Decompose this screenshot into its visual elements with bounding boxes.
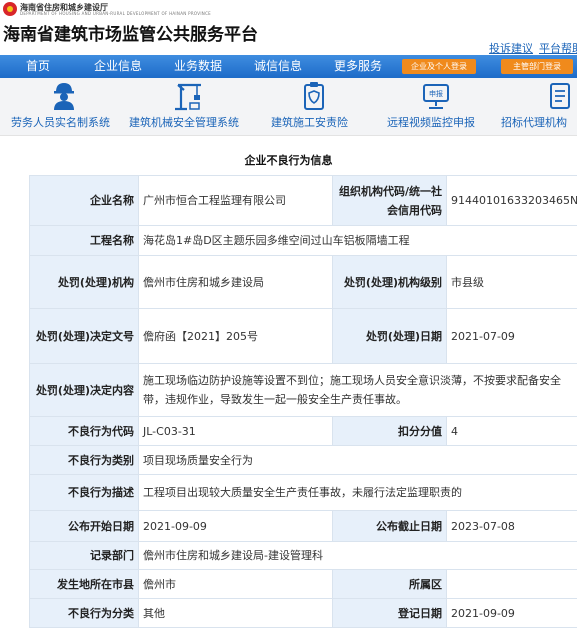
section-title: 企业不良行为信息 (0, 152, 577, 168)
project-name: 海花岛1#岛D区主题乐园多维空间过山车铝板隔墙工程 (139, 226, 577, 256)
field-label: 不良行为分类 (30, 599, 139, 628)
table-row: 处罚(处理)机构 儋州市住房和城乡建设局 处罚(处理)机构级别 市县级 (30, 256, 577, 309)
quick-link-label: 招标代理机构 (501, 114, 567, 130)
site-header: 海南省住房和城乡建设厅 DEPARTMENT OF HOUSING AND UR… (0, 0, 577, 54)
table-row: 企业名称 广州市恒合工程监理有限公司 组织机构代码/统一社会信用代码 91440… (30, 176, 577, 226)
field-label: 不良行为类别 (30, 446, 139, 475)
field-label: 处罚(处理)机构 (30, 256, 139, 309)
help-link[interactable]: 平台帮助 (539, 42, 577, 55)
agency-level: 市县级 (447, 256, 577, 309)
field-label: 发生地所在市县 (30, 570, 139, 599)
field-label: 处罚(处理)日期 (333, 309, 447, 364)
table-row: 不良行为描述 工程项目出现较大质量安全生产责任事故，未履行法定监理职责的 (30, 475, 577, 511)
record-department: 儋州市住房和城乡建设局-建设管理科 (139, 542, 577, 570)
field-label: 组织机构代码/统一社会信用代码 (333, 176, 447, 226)
field-label: 记录部门 (30, 542, 139, 570)
behavior-category: 项目现场质量安全行为 (139, 446, 577, 475)
quick-link-label: 建筑机械安全管理系统 (129, 114, 239, 130)
publish-end-date: 2023-07-08 (447, 511, 577, 542)
insurance-icon (301, 81, 327, 111)
field-label: 处罚(处理)决定文号 (30, 309, 139, 364)
authority-login-button[interactable]: 主管部门登录 (501, 59, 573, 74)
quick-link-bidding-agency[interactable]: 招标代理机构 (500, 78, 577, 135)
table-row: 处罚(处理)决定内容 施工现场临边防护设施等设置不到位；施工现场人员安全意识淡薄… (30, 364, 577, 417)
complaint-link[interactable]: 投诉建议 (489, 42, 533, 55)
field-label: 公布截止日期 (333, 511, 447, 542)
behavior-code: JL-C03-31 (139, 417, 333, 446)
table-row: 记录部门 儋州市住房和城乡建设局-建设管理科 (30, 542, 577, 570)
quick-link-label: 建筑施工安责险 (271, 114, 348, 130)
field-label: 所属区 (333, 570, 447, 599)
nav-business-data[interactable]: 业务数据 (174, 55, 222, 78)
enterprise-login-button[interactable]: 企业及个人登录 (402, 59, 476, 74)
decision-content: 施工现场临边防护设施等设置不到位；施工现场人员安全意识淡薄，不按要求配备安全带，… (139, 364, 577, 417)
quick-link-label: 劳务人员实名制系统 (11, 114, 110, 130)
field-label: 处罚(处理)机构级别 (333, 256, 447, 309)
field-label: 处罚(处理)决定内容 (30, 364, 139, 417)
table-row: 工程名称 海花岛1#岛D区主题乐园多维空间过山车铝板隔墙工程 (30, 226, 577, 256)
nav-more-services[interactable]: 更多服务 (334, 55, 382, 78)
district (447, 570, 577, 599)
field-label: 企业名称 (30, 176, 139, 226)
table-row: 不良行为分类 其他 登记日期 2021-09-09 (30, 599, 577, 628)
registration-date: 2021-09-09 (447, 599, 577, 628)
decision-number: 儋府函【2021】205号 (139, 309, 333, 364)
field-label: 不良行为描述 (30, 475, 139, 511)
site-title: 海南省建筑市场监管公共服务平台 (3, 20, 258, 45)
document-icon (547, 81, 573, 111)
field-label: 登记日期 (333, 599, 447, 628)
table-row: 发生地所在市县 儋州市 所属区 (30, 570, 577, 599)
field-label: 公布开始日期 (30, 511, 139, 542)
crane-icon (173, 81, 203, 111)
nav-home[interactable]: 首页 (26, 55, 50, 78)
bad-behavior-table: 企业名称 广州市恒合工程监理有限公司 组织机构代码/统一社会信用代码 91440… (29, 175, 577, 628)
deduction-score: 4 (447, 417, 577, 446)
quick-link-video-monitor[interactable]: 申报 远程视频监控申报 (370, 78, 500, 135)
video-monitor-icon: 申报 (421, 81, 451, 111)
table-row: 不良行为类别 项目现场质量安全行为 (30, 446, 577, 475)
nav-credit-info[interactable]: 诚信信息 (254, 55, 302, 78)
table-row: 处罚(处理)决定文号 儋府函【2021】205号 处罚(处理)日期 2021-0… (30, 309, 577, 364)
table-row: 不良行为代码 JL-C03-31 扣分分值 4 (30, 417, 577, 446)
field-label: 工程名称 (30, 226, 139, 256)
svg-text:申报: 申报 (429, 89, 443, 98)
quick-links-bar: 劳务人员实名制系统 建筑机械安全管理系统 建筑施工安责险 申报 远程视频监控申报 (0, 78, 577, 136)
company-name: 广州市恒合工程监理有限公司 (139, 176, 333, 226)
quick-link-worker[interactable]: 劳务人员实名制系统 (0, 78, 125, 135)
quick-link-label: 远程视频监控申报 (387, 114, 475, 130)
publish-start-date: 2021-09-09 (139, 511, 333, 542)
field-label: 扣分分值 (333, 417, 447, 446)
org-code: 91440101633203465N (447, 176, 577, 226)
nav-enterprise-info[interactable]: 企业信息 (94, 55, 142, 78)
department-english-name: DEPARTMENT OF HOUSING AND URBAN-RURAL DE… (20, 11, 211, 16)
header-links: 投诉建议平台帮助 (489, 40, 577, 56)
city-county: 儋州市 (139, 570, 333, 599)
field-label: 不良行为代码 (30, 417, 139, 446)
quick-link-machinery[interactable]: 建筑机械安全管理系统 (125, 78, 255, 135)
worker-icon (51, 81, 77, 111)
quick-link-insurance[interactable]: 建筑施工安责险 (255, 78, 370, 135)
main-nav: 首页 企业信息 业务数据 诚信信息 更多服务 企业及个人登录 主管部门登录 (0, 55, 577, 78)
behavior-description: 工程项目出现较大质量安全生产责任事故，未履行法定监理职责的 (139, 475, 577, 511)
decision-date: 2021-07-09 (447, 309, 577, 364)
department-emblem-icon (3, 2, 17, 16)
table-row: 公布开始日期 2021-09-09 公布截止日期 2023-07-08 (30, 511, 577, 542)
behavior-class: 其他 (139, 599, 333, 628)
penalty-agency: 儋州市住房和城乡建设局 (139, 256, 333, 309)
